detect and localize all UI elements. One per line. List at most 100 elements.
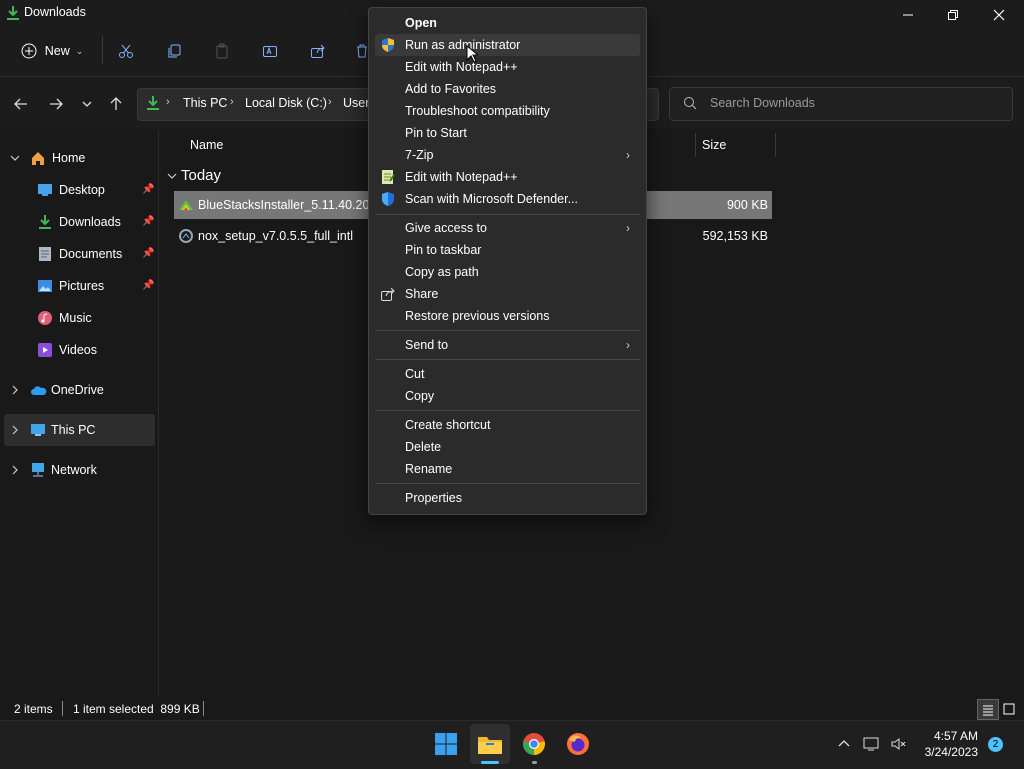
- share-button[interactable]: [306, 37, 330, 65]
- breadcrumb-this-pc[interactable]: This PC: [183, 96, 227, 110]
- chevron-right-icon: [9, 384, 21, 396]
- taskbar-firefox[interactable]: [558, 724, 598, 764]
- file-name: BlueStacksInstaller_5.11.40.2001_: [198, 198, 370, 212]
- chevron-right-icon: [9, 424, 21, 436]
- menu-separator: [375, 410, 640, 411]
- chevron-right-icon: ›: [626, 338, 630, 352]
- network-icon: [30, 462, 46, 478]
- pin-icon: 📌: [142, 248, 155, 259]
- nav-item-music[interactable]: Music: [0, 302, 155, 334]
- cut-button[interactable]: [114, 37, 138, 65]
- firefox-icon: [567, 733, 589, 755]
- taskbar-file-explorer[interactable]: [470, 724, 510, 764]
- folder-icon: [478, 737, 502, 754]
- nav-item-home[interactable]: Home: [0, 142, 155, 174]
- file-name: nox_setup_v7.0.5.5_full_intl: [198, 229, 353, 243]
- column-divider[interactable]: [775, 133, 776, 157]
- nav-item-network[interactable]: Network: [0, 454, 155, 486]
- status-selection: 1 item selected 899 KB: [73, 702, 200, 716]
- nav-label: This PC: [51, 423, 96, 437]
- menu-item-edit-with-notepadpp-2[interactable]: Edit with Notepad++: [375, 166, 640, 188]
- up-button[interactable]: [107, 95, 125, 113]
- pin-icon: 📌: [142, 216, 155, 227]
- group-collapse-chevron-icon[interactable]: [166, 170, 178, 182]
- breadcrumb-users[interactable]: Users: [343, 96, 368, 110]
- menu-item-troubleshoot-compatibility[interactable]: Troubleshoot compatibility: [375, 100, 640, 122]
- minimize-button[interactable]: [885, 0, 931, 30]
- chevron-down-icon: ⌄: [75, 45, 84, 56]
- nav-label: Home: [52, 151, 86, 165]
- show-hidden-icons-button[interactable]: [836, 736, 852, 752]
- nav-item-videos[interactable]: Videos: [0, 334, 155, 366]
- recent-locations-button[interactable]: [80, 97, 94, 111]
- menu-item-copy-as-path[interactable]: Copy as path: [375, 261, 640, 283]
- menu-item-properties[interactable]: Properties: [375, 487, 640, 509]
- chevron-right-icon: [9, 464, 21, 476]
- restore-icon: [948, 10, 958, 20]
- rename-button[interactable]: [258, 37, 282, 65]
- menu-separator: [375, 214, 640, 215]
- menu-item-pin-to-start[interactable]: Pin to Start: [375, 122, 640, 144]
- rename-icon: [263, 46, 277, 57]
- close-button[interactable]: [976, 0, 1022, 30]
- nav-item-documents[interactable]: Documents: [0, 238, 155, 270]
- nav-item-this-pc[interactable]: This PC: [4, 414, 155, 446]
- divider: [102, 36, 103, 64]
- back-button[interactable]: [12, 95, 30, 113]
- nav-item-downloads[interactable]: Downloads: [0, 206, 155, 238]
- network-status-icon[interactable]: [863, 736, 881, 752]
- taskbar-time[interactable]: 4:57 AM: [918, 729, 978, 743]
- menu-item-restore-previous-versions[interactable]: Restore previous versions: [375, 305, 640, 327]
- file-size: 900 KB: [726, 198, 768, 212]
- mouse-cursor-icon: [466, 45, 478, 63]
- taskbar-date[interactable]: 3/24/2023: [918, 745, 978, 759]
- minimize-icon: [903, 14, 913, 16]
- nav-item-onedrive[interactable]: OneDrive: [0, 374, 155, 406]
- restore-button[interactable]: [930, 0, 976, 30]
- plus-circle-icon: [21, 43, 37, 59]
- column-header-size[interactable]: Size: [702, 138, 726, 152]
- new-button[interactable]: New ⌄: [14, 37, 90, 65]
- breadcrumb-local-disk[interactable]: Local Disk (C:): [245, 96, 327, 110]
- volume-muted-icon[interactable]: [890, 736, 908, 752]
- menu-item-edit-with-notepadpp[interactable]: Edit with Notepad++: [375, 56, 640, 78]
- menu-item-rename[interactable]: Rename: [375, 458, 640, 480]
- paste-button[interactable]: [210, 37, 234, 65]
- menu-item-add-to-favorites[interactable]: Add to Favorites: [375, 78, 640, 100]
- menu-item-open[interactable]: Open: [375, 12, 640, 34]
- menu-item-run-as-administrator[interactable]: Run as administrator: [375, 34, 640, 56]
- menu-item-create-shortcut[interactable]: Create shortcut: [375, 414, 640, 436]
- share-icon: [311, 44, 325, 58]
- arrow-left-icon: [14, 98, 27, 110]
- search-icon: [683, 96, 697, 110]
- taskbar-chrome[interactable]: [514, 724, 554, 764]
- menu-item-give-access-to[interactable]: Give access to ›: [375, 217, 640, 239]
- menu-item-delete[interactable]: Delete: [375, 436, 640, 458]
- menu-item-scan-with-defender[interactable]: Scan with Microsoft Defender...: [375, 188, 640, 210]
- download-arrow-icon: [38, 214, 52, 230]
- tiles-view-button[interactable]: [999, 699, 1019, 718]
- menu-separator: [375, 483, 640, 484]
- nav-item-pictures[interactable]: Pictures: [0, 270, 155, 302]
- nav-item-desktop[interactable]: Desktop: [0, 174, 155, 206]
- menu-item-pin-to-taskbar[interactable]: Pin to taskbar: [375, 239, 640, 261]
- details-view-button[interactable]: [977, 699, 999, 720]
- column-header-name[interactable]: Name: [190, 138, 223, 152]
- notification-badge[interactable]: 2: [988, 737, 1003, 752]
- start-button[interactable]: [426, 724, 466, 764]
- home-icon: [30, 150, 46, 166]
- nav-label: Videos: [59, 343, 97, 357]
- column-divider[interactable]: [695, 133, 696, 157]
- windows-logo-icon: [435, 733, 457, 755]
- nav-label: Documents: [59, 247, 123, 261]
- menu-item-cut[interactable]: Cut: [375, 363, 640, 385]
- downloads-folder-icon: [146, 95, 160, 111]
- menu-item-send-to[interactable]: Send to ›: [375, 334, 640, 356]
- arrow-up-icon: [110, 97, 122, 110]
- menu-item-copy[interactable]: Copy: [375, 385, 640, 407]
- copy-button[interactable]: [162, 37, 186, 65]
- forward-button[interactable]: [47, 95, 65, 113]
- menu-item-share[interactable]: Share: [375, 283, 640, 305]
- nav-label: OneDrive: [51, 383, 104, 397]
- menu-item-7zip[interactable]: 7-Zip ›: [375, 144, 640, 166]
